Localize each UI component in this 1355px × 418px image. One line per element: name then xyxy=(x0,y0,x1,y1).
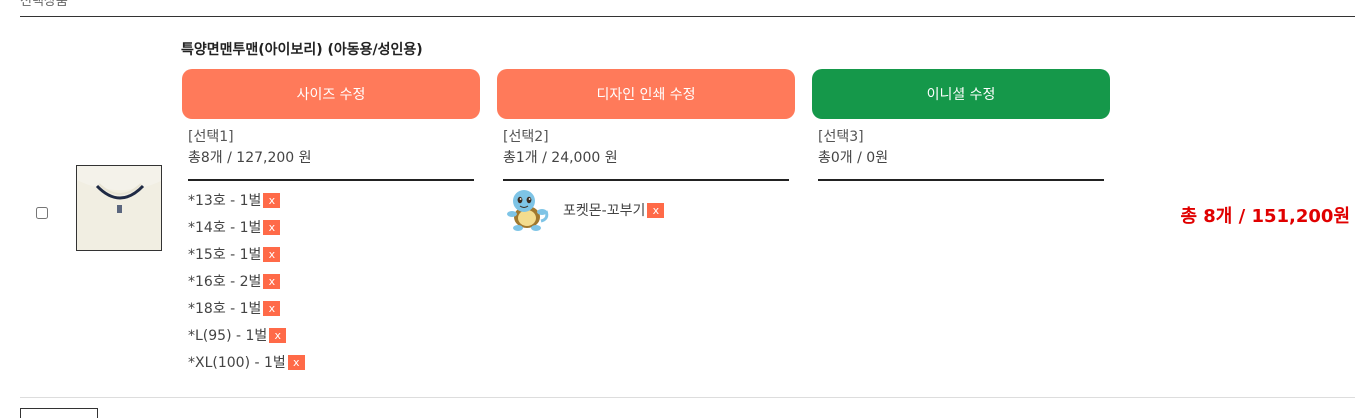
remove-button[interactable]: x xyxy=(287,355,305,370)
option-summary: 총1개 / 24,000 원 xyxy=(503,150,618,166)
product-name: 특양면맨투맨(아이보리) (아동용/성인용) xyxy=(181,42,423,58)
remove-button[interactable]: x xyxy=(269,328,287,343)
list-item: *13호 - 1벌 x xyxy=(188,187,474,214)
row-select-checkbox[interactable] xyxy=(36,207,48,219)
remove-button[interactable]: x xyxy=(263,247,281,262)
option-divider xyxy=(818,179,1104,181)
product-thumbnail xyxy=(76,165,162,251)
bottom-divider xyxy=(20,397,1355,398)
size-entry: *14호 - 1벌 xyxy=(188,219,262,236)
remove-button[interactable]: x xyxy=(263,274,281,289)
option-size-column: [선택1] 총8개 / 127,200 원 *13호 - 1벌 x *14호 - … xyxy=(188,127,474,376)
option-summary: 총8개 / 127,200 원 xyxy=(188,150,312,166)
size-entry: *15호 - 1벌 xyxy=(188,246,262,263)
design-name: 포켓몬-꼬부기 xyxy=(563,203,646,219)
size-entry: *L(95) - 1벌 xyxy=(188,327,268,344)
option-label: [선택2] xyxy=(503,129,549,145)
size-entry: *XL(100) - 1벌 xyxy=(188,354,286,371)
remove-button[interactable]: x xyxy=(263,301,281,316)
option-divider xyxy=(503,179,789,181)
edit-design-button[interactable]: 디자인 인쇄 수정 xyxy=(497,69,795,119)
option-divider xyxy=(188,179,474,181)
size-entry: *16호 - 2벌 xyxy=(188,273,262,290)
list-item: *L(95) - 1벌 x xyxy=(188,322,474,349)
list-item: *18호 - 1벌 x xyxy=(188,295,474,322)
bottom-button-cut[interactable] xyxy=(20,408,98,418)
option-design-column: [선택2] 총1개 / 24,000 원 포켓몬-꼬부기 x xyxy=(503,127,789,233)
size-entry: *18호 - 1벌 xyxy=(188,300,262,317)
option-label: [선택1] xyxy=(188,129,234,145)
list-item: *14호 - 1벌 x xyxy=(188,214,474,241)
option-initial-column: [선택3] 총0개 / 0원 xyxy=(818,127,1104,181)
list-item: *15호 - 1벌 x xyxy=(188,241,474,268)
top-divider xyxy=(20,16,1355,17)
size-list: *13호 - 1벌 x *14호 - 1벌 x *15호 - 1벌 x *16호 - … xyxy=(188,187,474,376)
list-item: *XL(100) - 1벌 x xyxy=(188,349,474,376)
remove-button[interactable]: x xyxy=(263,220,281,235)
edit-size-button[interactable]: 사이즈 수정 xyxy=(182,69,480,119)
order-total: 총 8개 / 151,200원 xyxy=(1180,206,1350,227)
list-item: *16호 - 2벌 x xyxy=(188,268,474,295)
option-summary: 총0개 / 0원 xyxy=(818,150,889,166)
remove-button[interactable]: x xyxy=(647,202,665,218)
design-item: 포켓몬-꼬부기 x xyxy=(503,187,789,233)
section-title-cut: 선택상품 xyxy=(20,0,68,9)
edit-initial-button[interactable]: 이니셜 수정 xyxy=(812,69,1110,119)
squirtle-icon xyxy=(507,190,549,231)
sweatshirt-icon xyxy=(77,166,161,250)
remove-button[interactable]: x xyxy=(263,193,281,208)
option-label: [선택3] xyxy=(818,129,864,145)
size-entry: *13호 - 1벌 xyxy=(188,192,262,209)
